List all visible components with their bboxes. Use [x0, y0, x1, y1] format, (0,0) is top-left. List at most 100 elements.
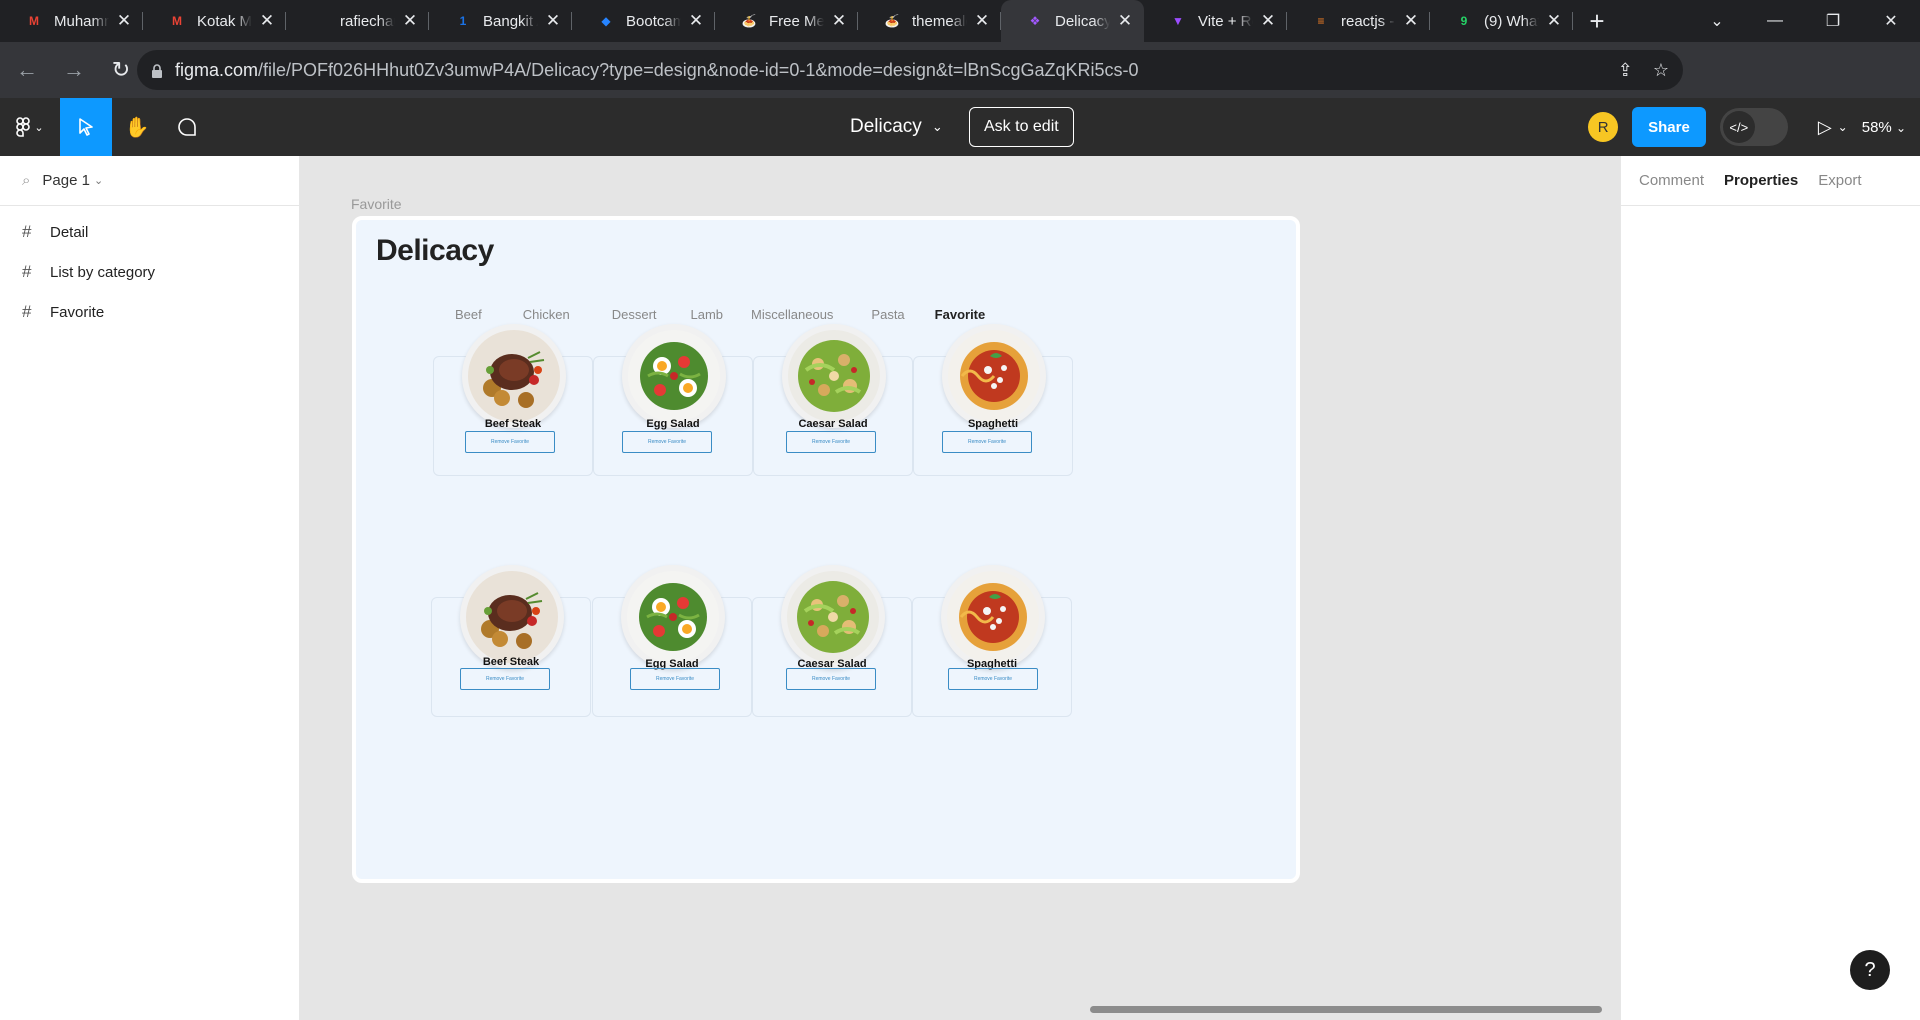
- favorite-card[interactable]: Caesar Salad Remove Favorite: [753, 324, 913, 476]
- panel-tab[interactable]: Properties: [1724, 172, 1798, 189]
- browser-tab[interactable]: ▼ Vite + React ✕: [1144, 0, 1287, 42]
- whatsapp-icon: 9: [1460, 14, 1468, 28]
- dev-mode-toggle[interactable]: </>: [1719, 108, 1788, 146]
- figma-toolbar: ⌄ ✋ Delicacy ⌄ Ask to edit R Share </> ▷…: [0, 98, 1920, 156]
- search-icon[interactable]: ⌕: [22, 172, 30, 189]
- reload-button[interactable]: ↻: [101, 50, 141, 90]
- panel-tab[interactable]: Comment: [1639, 172, 1704, 189]
- close-window-button[interactable]: ✕: [1862, 0, 1920, 42]
- zoom-level[interactable]: 58% ⌄: [1862, 119, 1906, 136]
- lock-icon[interactable]: [151, 63, 163, 78]
- close-tab-icon[interactable]: ✕: [687, 11, 705, 30]
- dish-image: [781, 565, 885, 669]
- browser-tab[interactable]: 1 Bangkit Academy ✕: [429, 0, 572, 42]
- move-tool-icon[interactable]: [60, 98, 112, 156]
- favorite-card[interactable]: Egg Salad Remove Favorite: [592, 565, 752, 717]
- page-name: Page 1: [42, 172, 90, 189]
- close-tab-icon[interactable]: ✕: [1402, 11, 1420, 30]
- dish-photo: [627, 571, 719, 663]
- forward-button[interactable]: →: [54, 50, 94, 90]
- url-text[interactable]: figma.com/file/POFf026HHhut0Zv3umwP4A/De…: [175, 60, 1139, 81]
- close-tab-icon[interactable]: ✕: [973, 11, 991, 30]
- frame-label[interactable]: Favorite: [351, 196, 402, 212]
- properties-panel: Comment Properties Export ?: [1620, 156, 1920, 1020]
- ask-to-edit-button[interactable]: Ask to edit: [969, 107, 1074, 147]
- remove-favorite-button[interactable]: Remove Favorite: [630, 668, 720, 690]
- canvas[interactable]: Favorite Delicacy Beef Chicken Dessert Lamb…: [300, 156, 1620, 1020]
- close-tab-icon[interactable]: ✕: [258, 11, 276, 30]
- browser-tab[interactable]: ≡ reactjs - Stack Overflow ✕: [1287, 0, 1430, 42]
- page-selector[interactable]: ⌕ Page 1 ⌄: [0, 156, 299, 206]
- remove-favorite-button[interactable]: Remove Favorite: [465, 431, 555, 453]
- back-button[interactable]: ←: [7, 50, 47, 90]
- share-page-icon[interactable]: ⇪: [1618, 60, 1633, 81]
- category-tab[interactable]: Favorite: [935, 307, 986, 322]
- remove-favorite-button[interactable]: Remove Favorite: [786, 668, 876, 690]
- remove-favorite-button[interactable]: Remove Favorite: [460, 668, 550, 690]
- present-play-icon[interactable]: ▷: [1818, 117, 1832, 138]
- document-title[interactable]: Delicacy ⌄: [850, 98, 943, 156]
- share-button[interactable]: Share: [1632, 107, 1706, 147]
- favorite-card[interactable]: Spaghetti Remove Favorite: [912, 565, 1072, 717]
- close-tab-icon[interactable]: ✕: [401, 11, 419, 30]
- dish-image: [942, 324, 1046, 428]
- remove-favorite-button[interactable]: Remove Favorite: [786, 431, 876, 453]
- browser-tab[interactable]: ◆ Bootcamp ✕: [572, 0, 715, 42]
- address-toolbar: ← → ↻ figma.com/file/POFf026HHhut0Zv3umw…: [0, 42, 1920, 130]
- close-tab-icon[interactable]: ✕: [1116, 11, 1134, 30]
- bookmark-star-icon[interactable]: ☆: [1653, 60, 1669, 81]
- restore-button[interactable]: ❐: [1804, 0, 1862, 42]
- omnibox[interactable]: figma.com/file/POFf026HHhut0Zv3umwP4A/De…: [137, 50, 1683, 90]
- browser-tab[interactable]: M Kotak Masuk ✕: [143, 0, 286, 42]
- browser-tab[interactable]: M Muhammad ✕: [0, 0, 143, 42]
- comment-tool-icon[interactable]: [162, 98, 212, 156]
- category-tab[interactable]: Beef: [455, 307, 482, 322]
- dish-photo: [628, 330, 720, 422]
- remove-favorite-button[interactable]: Remove Favorite: [622, 431, 712, 453]
- close-tab-icon[interactable]: ✕: [115, 11, 133, 30]
- browser-tab[interactable]: rafiechaudhry ✕: [286, 0, 429, 42]
- favorite-card[interactable]: Spaghetti Remove Favorite: [913, 324, 1073, 476]
- dish-image: [941, 565, 1045, 669]
- favorite-card[interactable]: Caesar Salad Remove Favorite: [752, 565, 912, 717]
- layer-frame-label: List by category: [50, 263, 156, 281]
- user-avatar[interactable]: R: [1588, 112, 1619, 142]
- close-tab-icon[interactable]: ✕: [1259, 11, 1277, 30]
- browser-tab[interactable]: 🍝 themealdb ✕: [858, 0, 1001, 42]
- layer-frame-item[interactable]: # List by category: [0, 252, 299, 292]
- favorite-card[interactable]: Beef Steak Remove Favorite: [433, 324, 593, 476]
- chevron-down-icon[interactable]: ⌄: [1838, 120, 1848, 134]
- figma-menu-icon[interactable]: ⌄: [0, 98, 60, 156]
- favorite-card[interactable]: Beef Steak Remove Favorite: [431, 565, 591, 717]
- layer-frame-item[interactable]: # Favorite: [0, 292, 299, 332]
- app-title: Delicacy: [376, 234, 494, 267]
- close-tab-icon[interactable]: ✕: [544, 11, 562, 30]
- close-tab-icon[interactable]: ✕: [830, 11, 848, 30]
- category-tab[interactable]: Miscellaneous: [751, 307, 833, 322]
- right-panel-tabs: Comment Properties Export: [1621, 156, 1920, 206]
- help-button[interactable]: ?: [1850, 950, 1890, 990]
- category-tab[interactable]: Pasta: [871, 307, 904, 322]
- browser-tab[interactable]: 9 (9) WhatsApp ✕: [1430, 0, 1573, 42]
- hand-tool-icon[interactable]: ✋: [112, 98, 162, 156]
- frame-icon: #: [22, 302, 32, 321]
- category-tab[interactable]: Dessert: [612, 307, 657, 322]
- layer-frame-item[interactable]: # Detail: [0, 212, 299, 252]
- window-controls: ⌄ — ❐ ✕: [1688, 0, 1920, 42]
- browser-tab[interactable]: 🍝 Free Meal API ✕: [715, 0, 858, 42]
- category-tab[interactable]: Lamb: [691, 307, 724, 322]
- horizontal-scrollbar[interactable]: [1090, 1006, 1602, 1013]
- favorite-frame[interactable]: Delicacy Beef Chicken Dessert Lamb Miscellan…: [352, 216, 1300, 883]
- favorite-card[interactable]: Egg Salad Remove Favorite: [593, 324, 753, 476]
- remove-favorite-button[interactable]: Remove Favorite: [948, 668, 1038, 690]
- new-tab-button[interactable]: +: [1577, 0, 1617, 42]
- minimize-button[interactable]: —: [1746, 0, 1804, 42]
- close-tab-icon[interactable]: ✕: [1545, 11, 1563, 30]
- panel-tab[interactable]: Export: [1818, 172, 1861, 189]
- category-tab[interactable]: Chicken: [523, 307, 570, 322]
- remove-favorite-button[interactable]: Remove Favorite: [942, 431, 1032, 453]
- tab-search-chevron-icon[interactable]: ⌄: [1688, 0, 1746, 42]
- github-icon: [310, 11, 330, 31]
- browser-tab[interactable]: ❖ Delicacy ✕: [1001, 0, 1144, 42]
- tab-title: rafiechaudhry: [340, 12, 395, 30]
